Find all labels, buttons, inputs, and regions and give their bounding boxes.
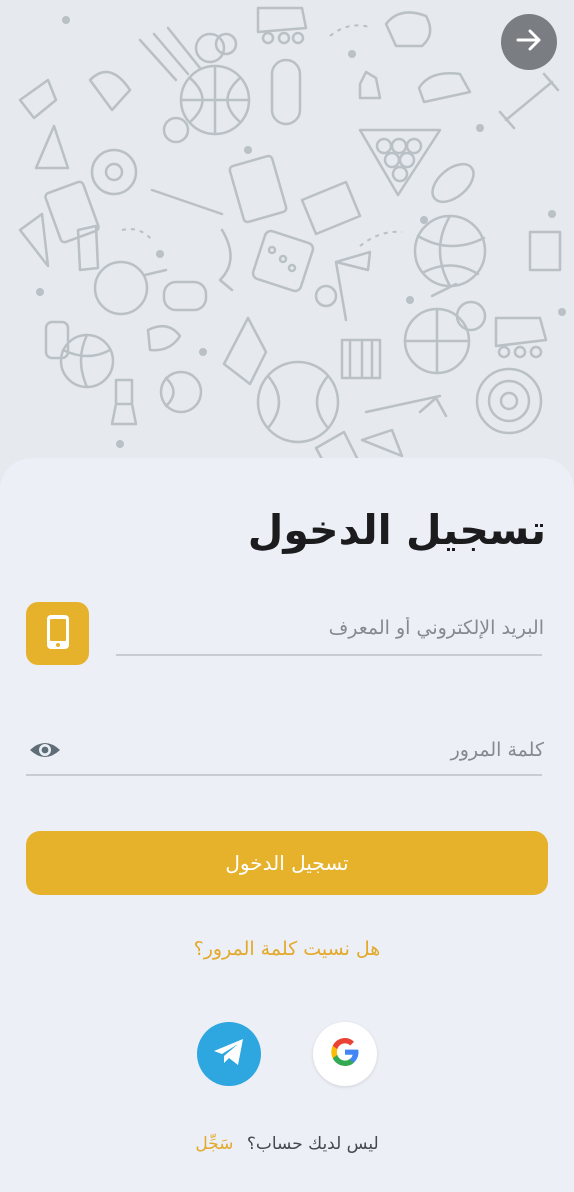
sports-doodle-illustration [18,6,566,476]
page-title: تسجيل الدخول [247,506,546,554]
telegram-icon [212,1037,246,1071]
back-button[interactable] [501,14,557,70]
phone-login-button[interactable] [26,602,89,665]
smartphone-icon [45,613,71,655]
toggle-password-visibility[interactable] [27,738,63,766]
login-sheet: تسجيل الدخول تسجيل الدخول هل نسيت كلمة ا… [0,458,574,1192]
login-button[interactable]: تسجيل الدخول [26,831,548,895]
arrow-right-icon [514,25,544,59]
signup-question: ليس لديك حساب؟ [246,1134,379,1154]
eye-icon [28,738,62,766]
google-login-button[interactable] [313,1022,377,1086]
password-field[interactable] [80,732,546,768]
password-underline [26,774,542,776]
signup-link[interactable]: سَجِّل [195,1134,233,1154]
google-icon [328,1035,362,1073]
sports-background-pattern [0,0,574,500]
email-field[interactable] [116,610,546,646]
telegram-login-button[interactable] [197,1022,261,1086]
signup-row: ليس لديك حساب؟ سَجِّل [0,1134,574,1154]
email-underline [116,654,542,656]
forgot-password-link[interactable]: هل نسيت كلمة المرور؟ [0,938,574,960]
